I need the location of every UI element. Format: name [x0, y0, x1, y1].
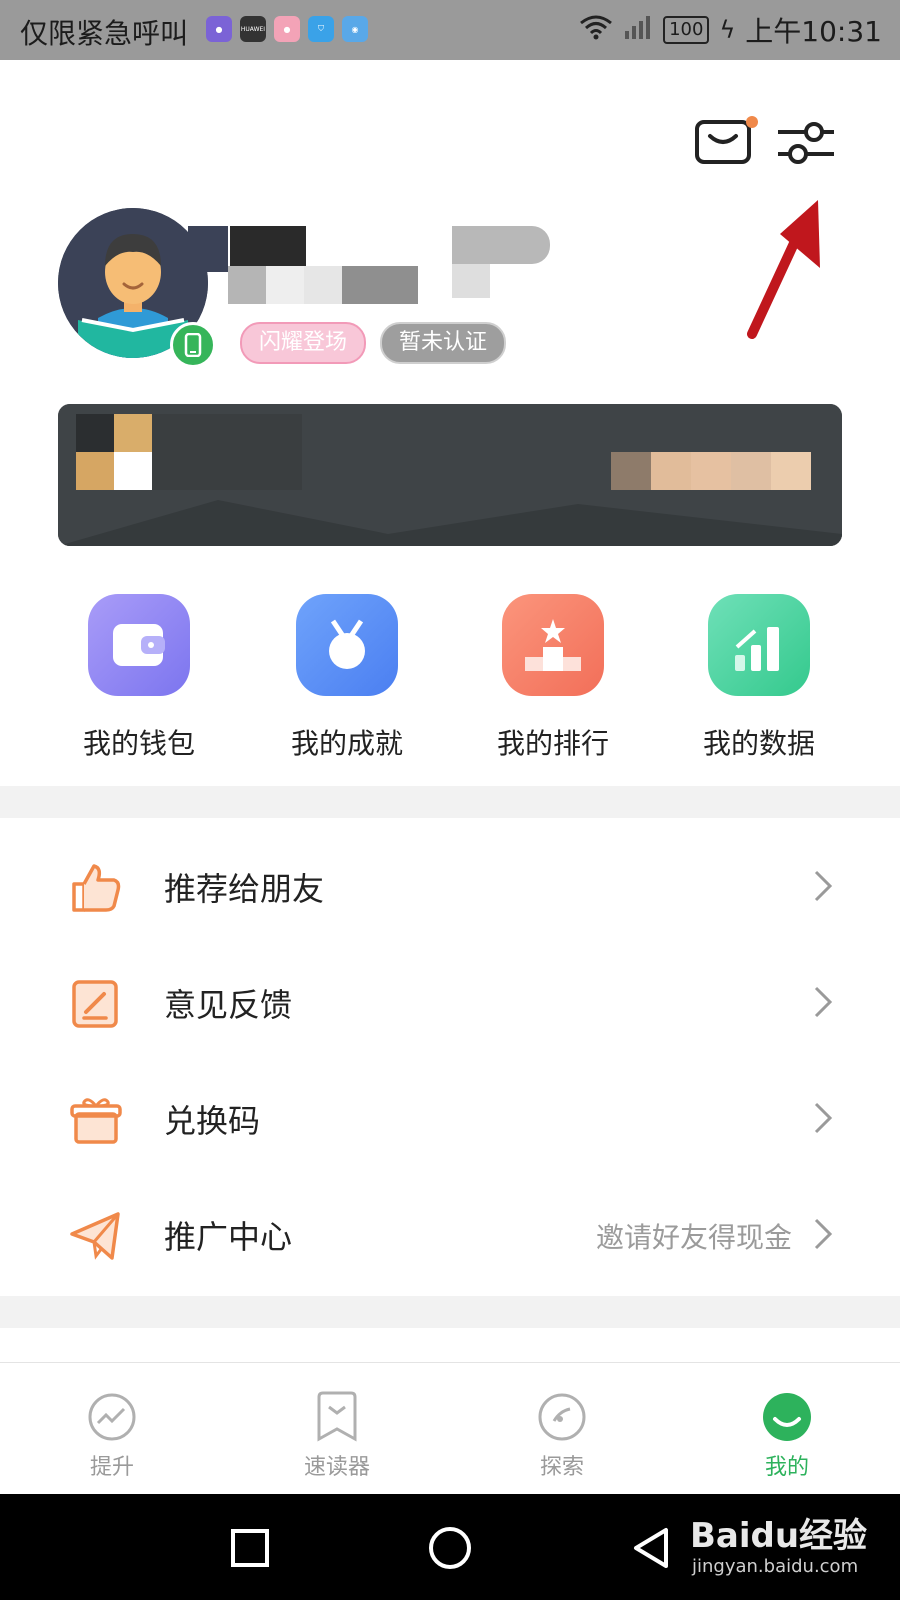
- tab-label: 速读器: [303, 1455, 370, 1480]
- tab-mine[interactable]: 我的: [727, 1391, 847, 1481]
- home-circle-icon[interactable]: [428, 1526, 472, 1574]
- battery-indicator: 100: [663, 16, 710, 44]
- list-item-label: 意见反馈: [164, 986, 293, 1024]
- list-item-label: 推广中心: [164, 1218, 293, 1256]
- shortcut-label: 我的排行: [496, 727, 609, 760]
- podium-icon: [502, 594, 604, 696]
- tab-label: 我的: [764, 1455, 809, 1480]
- username-redacted: [188, 226, 568, 318]
- annotation-arrow: [740, 196, 830, 346]
- shortcut-achievement[interactable]: 我的成就: [272, 594, 422, 762]
- member-banner[interactable]: [58, 404, 842, 546]
- wifi-icon: [579, 13, 613, 48]
- section-divider: [0, 1296, 900, 1328]
- mail-notification-dot: [746, 116, 758, 128]
- thumbs-up-icon: [70, 862, 122, 914]
- tab-speed-reader[interactable]: 速读器: [277, 1391, 397, 1481]
- list-item-label: 推荐给朋友: [164, 870, 325, 908]
- tab-improve[interactable]: 提升: [52, 1391, 172, 1481]
- shortcut-label: 我的钱包: [82, 727, 195, 760]
- app-icon-1: ●: [206, 16, 232, 42]
- baidu-watermark-url: jingyan.baidu.com: [692, 1556, 859, 1577]
- chevron-right-icon: [812, 1216, 836, 1252]
- paper-plane-icon: [70, 1210, 122, 1262]
- section-divider: [0, 786, 900, 818]
- list-item-redeem-code[interactable]: 兑换码: [0, 1060, 900, 1176]
- tab-label: 提升: [89, 1455, 134, 1480]
- huawei-text: HUAWEI: [240, 25, 266, 33]
- shortcut-data[interactable]: 我的数据: [684, 594, 834, 762]
- status-right: 100 ϟ 上午10:31: [579, 10, 882, 50]
- chart-icon: [708, 594, 810, 696]
- smile-profile-icon: [761, 1391, 813, 1443]
- tab-explore[interactable]: 探索: [502, 1391, 622, 1481]
- shortcut-label: 我的成就: [290, 727, 403, 760]
- chevron-right-icon: [812, 984, 836, 1020]
- gift-icon: [70, 1094, 122, 1146]
- wallet-icon: [88, 594, 190, 696]
- list-item-promotion[interactable]: 推广中心 邀请好友得现金: [0, 1176, 900, 1292]
- settings-sliders-icon[interactable]: [776, 116, 836, 170]
- recents-square-icon[interactable]: [230, 1528, 270, 1572]
- feedback-edit-icon: [70, 978, 122, 1030]
- back-triangle-icon[interactable]: [630, 1526, 674, 1574]
- chevron-right-icon: [812, 868, 836, 904]
- status-bar: 仅限紧急呼叫 ● HUAWEI ● ⛉ ◉ 100 ϟ 上午10:31: [0, 0, 900, 60]
- list-item-feedback[interactable]: 意见反馈: [0, 944, 900, 1060]
- system-nav-bar: Baidu经验 jingyan.baidu.com: [0, 1494, 900, 1600]
- app-icon-3: ●: [274, 16, 300, 42]
- huawei-icon: HUAWEI: [240, 16, 266, 42]
- shortcut-ranking[interactable]: 我的排行: [478, 594, 628, 762]
- tag-unverified[interactable]: 暂未认证: [380, 322, 506, 364]
- list-item-recommend[interactable]: 推荐给朋友: [0, 828, 900, 944]
- status-time: 上午10:31: [745, 15, 882, 48]
- app-icon-5: ◉: [342, 16, 368, 42]
- medal-icon: [296, 594, 398, 696]
- trend-icon: [86, 1391, 138, 1443]
- shortcut-label: 我的数据: [702, 727, 815, 760]
- invite-hint: 邀请好友得现金: [595, 1221, 792, 1254]
- mail-icon[interactable]: [694, 116, 754, 170]
- baidu-watermark: Baidu经验: [690, 1516, 868, 1556]
- shortcut-wallet[interactable]: 我的钱包: [64, 594, 214, 762]
- bottom-tab-bar: 提升 速读器 探索 我的: [0, 1362, 900, 1495]
- tab-label: 探索: [539, 1455, 584, 1480]
- carrier-text: 仅限紧急呼叫: [20, 17, 189, 50]
- bookmark-icon: [311, 1391, 363, 1443]
- shield-app-icon: ⛉: [308, 16, 334, 42]
- signal-icon: [623, 13, 653, 48]
- phone-verified-icon: [170, 322, 216, 368]
- compass-icon: [536, 1391, 588, 1443]
- chevron-right-icon: [812, 1100, 836, 1136]
- charging-icon: ϟ: [719, 16, 736, 44]
- tag-shine-debut: 闪耀登场: [240, 322, 366, 364]
- status-app-icons: ● HUAWEI ● ⛉ ◉: [206, 16, 368, 42]
- list-item-label: 兑换码: [164, 1102, 261, 1140]
